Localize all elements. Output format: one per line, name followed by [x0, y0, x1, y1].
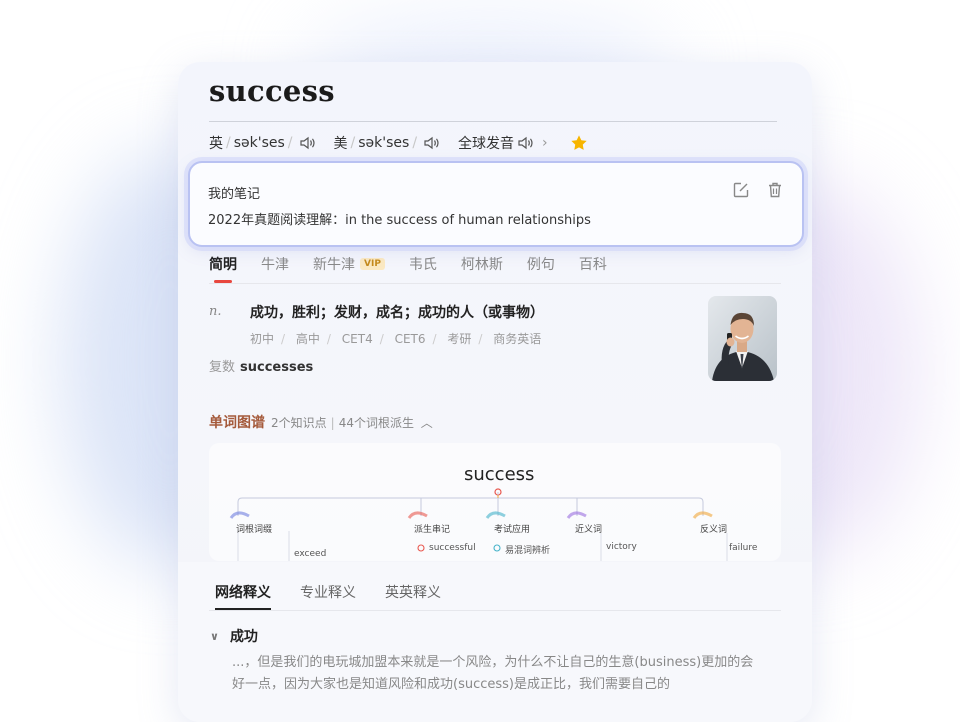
chevron-right-icon[interactable]: ›	[542, 135, 548, 151]
tab-label: 韦氏	[408, 257, 437, 273]
level-tag: CET6	[394, 332, 426, 346]
web-definition-heading[interactable]: ∨ 成功	[210, 626, 258, 646]
tab-web-definition[interactable]: 网络释义	[215, 582, 271, 610]
tab-webster[interactable]: 韦氏	[409, 254, 437, 274]
tab-english-definition[interactable]: 英英释义	[385, 582, 441, 602]
pron-label: 全球发音	[458, 136, 515, 152]
tab-label: 牛津	[261, 257, 289, 273]
tab-professional-definition[interactable]: 专业释义	[300, 582, 356, 602]
level-tag: 初中	[250, 332, 275, 346]
chevron-down-icon[interactable]: ∨	[210, 630, 219, 643]
tab-examples[interactable]: 例句	[527, 254, 555, 274]
leaf-confusable-words[interactable]: 易混词辨析	[505, 543, 550, 556]
pron-label: 美	[333, 136, 348, 152]
pron-phonetic: sək'ses	[358, 135, 410, 151]
web-definition-term: 成功	[229, 629, 258, 645]
headword: success	[209, 74, 335, 108]
tab-label: 新牛津	[313, 257, 355, 273]
speaker-icon[interactable]	[518, 136, 534, 150]
exam-levels: 初中 / 高中 / CET4/ CET6/ 考研 / 商务英语	[250, 332, 542, 346]
vip-badge: VIP	[360, 258, 385, 270]
note-content: 2022年真题阅读理解：in the success of human rela…	[208, 213, 591, 228]
headword-divider	[209, 121, 777, 122]
web-definition-panel: 网络释义 专业释义 英英释义 ∨ 成功 ...，但是我们的电玩城加盟本来就是一个…	[178, 562, 812, 722]
edit-icon[interactable]	[732, 181, 750, 199]
branch-exam-usage[interactable]: 考试应用	[494, 522, 530, 535]
dictionary-tabs: 简明 牛津 新牛津 VIP 韦氏 柯林斯 例句 百科	[209, 254, 631, 283]
pron-separator: /	[226, 135, 231, 151]
part-of-speech: n.	[209, 304, 222, 319]
my-note-card[interactable]: 我的笔记 2022年真题阅读理解：in the success of human…	[188, 161, 804, 247]
level-tag: 考研	[447, 332, 472, 346]
pronunciation-us[interactable]: 美 / sək'ses /	[334, 133, 441, 153]
tab-encyclopedia[interactable]: 百科	[579, 254, 607, 274]
tab-label: 简明	[209, 257, 237, 273]
leaf-exceed[interactable]: exceed	[294, 549, 326, 559]
plural-value: successes	[240, 360, 314, 375]
knowledge-count: 2个知识点	[271, 416, 327, 430]
level-tag: CET4	[341, 332, 373, 346]
pron-separator: /	[287, 135, 293, 151]
speaker-icon[interactable]	[424, 136, 440, 150]
derivation-count: 44个词根派生	[338, 416, 414, 430]
tab-oxford[interactable]: 牛津	[261, 254, 289, 274]
level-tag: 商务英语	[493, 332, 542, 346]
leaf-failure[interactable]: failure	[729, 543, 757, 553]
leaf-victory[interactable]: victory	[606, 542, 637, 552]
web-definition-text: ...，但是我们的电玩城加盟本来就是一个风险，为什么不让自己的生意(busine…	[232, 655, 754, 692]
note-title: 我的笔记	[208, 187, 261, 202]
pron-label: 英	[209, 136, 223, 152]
definition-text: 成功，胜利；发财，成名；成功的人（或事物）	[250, 305, 544, 321]
tab-label: 柯林斯	[460, 257, 503, 273]
speaker-icon[interactable]	[299, 136, 316, 150]
branch-antonyms[interactable]: 反义词	[700, 522, 727, 535]
pron-phonetic: sək'ses	[233, 135, 285, 151]
word-mind-map[interactable]: success 词根词缀 派生串记 考试应用 近义词 反义词 exceed su…	[209, 443, 781, 561]
favorite-star-icon[interactable]	[570, 134, 588, 152]
branch-synonyms[interactable]: 近义词	[575, 522, 602, 535]
branch-root-affix[interactable]: 词根词缀	[236, 522, 272, 535]
pron-separator: /	[412, 135, 418, 151]
pronunciation-row: 英 / sək'ses / 美 / sək'ses / 全球发音 ›	[209, 132, 588, 154]
leaf-successful[interactable]: successful	[429, 543, 476, 553]
tab-label: 例句	[526, 257, 555, 273]
tabs-divider	[209, 283, 781, 284]
tab-concise[interactable]: 简明	[209, 254, 237, 283]
branch-derivation[interactable]: 派生串记	[414, 522, 450, 535]
tab-label: 百科	[578, 257, 607, 273]
word-map-title: 单词图谱	[209, 404, 265, 432]
chevron-up-icon[interactable]: ︿	[421, 416, 433, 430]
tab-new-oxford[interactable]: 新牛津 VIP	[313, 254, 385, 274]
plural-form: 复数 successes	[209, 356, 313, 375]
level-tag: 高中	[295, 332, 320, 346]
tab-collins[interactable]: 柯林斯	[461, 254, 503, 274]
definition-source-tabs: 网络释义 专业释义 英英释义	[215, 582, 470, 610]
pronunciation-global[interactable]: 全球发音 ›	[458, 133, 548, 153]
pron-separator: /	[350, 135, 356, 151]
delete-icon[interactable]	[766, 181, 784, 199]
pronunciation-uk[interactable]: 英 / sək'ses /	[209, 133, 316, 153]
word-map-summary[interactable]: 2个知识点 | 44个词根派生 ︿	[271, 414, 433, 431]
mind-map-center-word: success	[464, 464, 535, 485]
bottom-tabs-divider	[209, 610, 781, 611]
word-illustration-image	[708, 296, 777, 381]
plural-label: 复数	[209, 360, 236, 375]
